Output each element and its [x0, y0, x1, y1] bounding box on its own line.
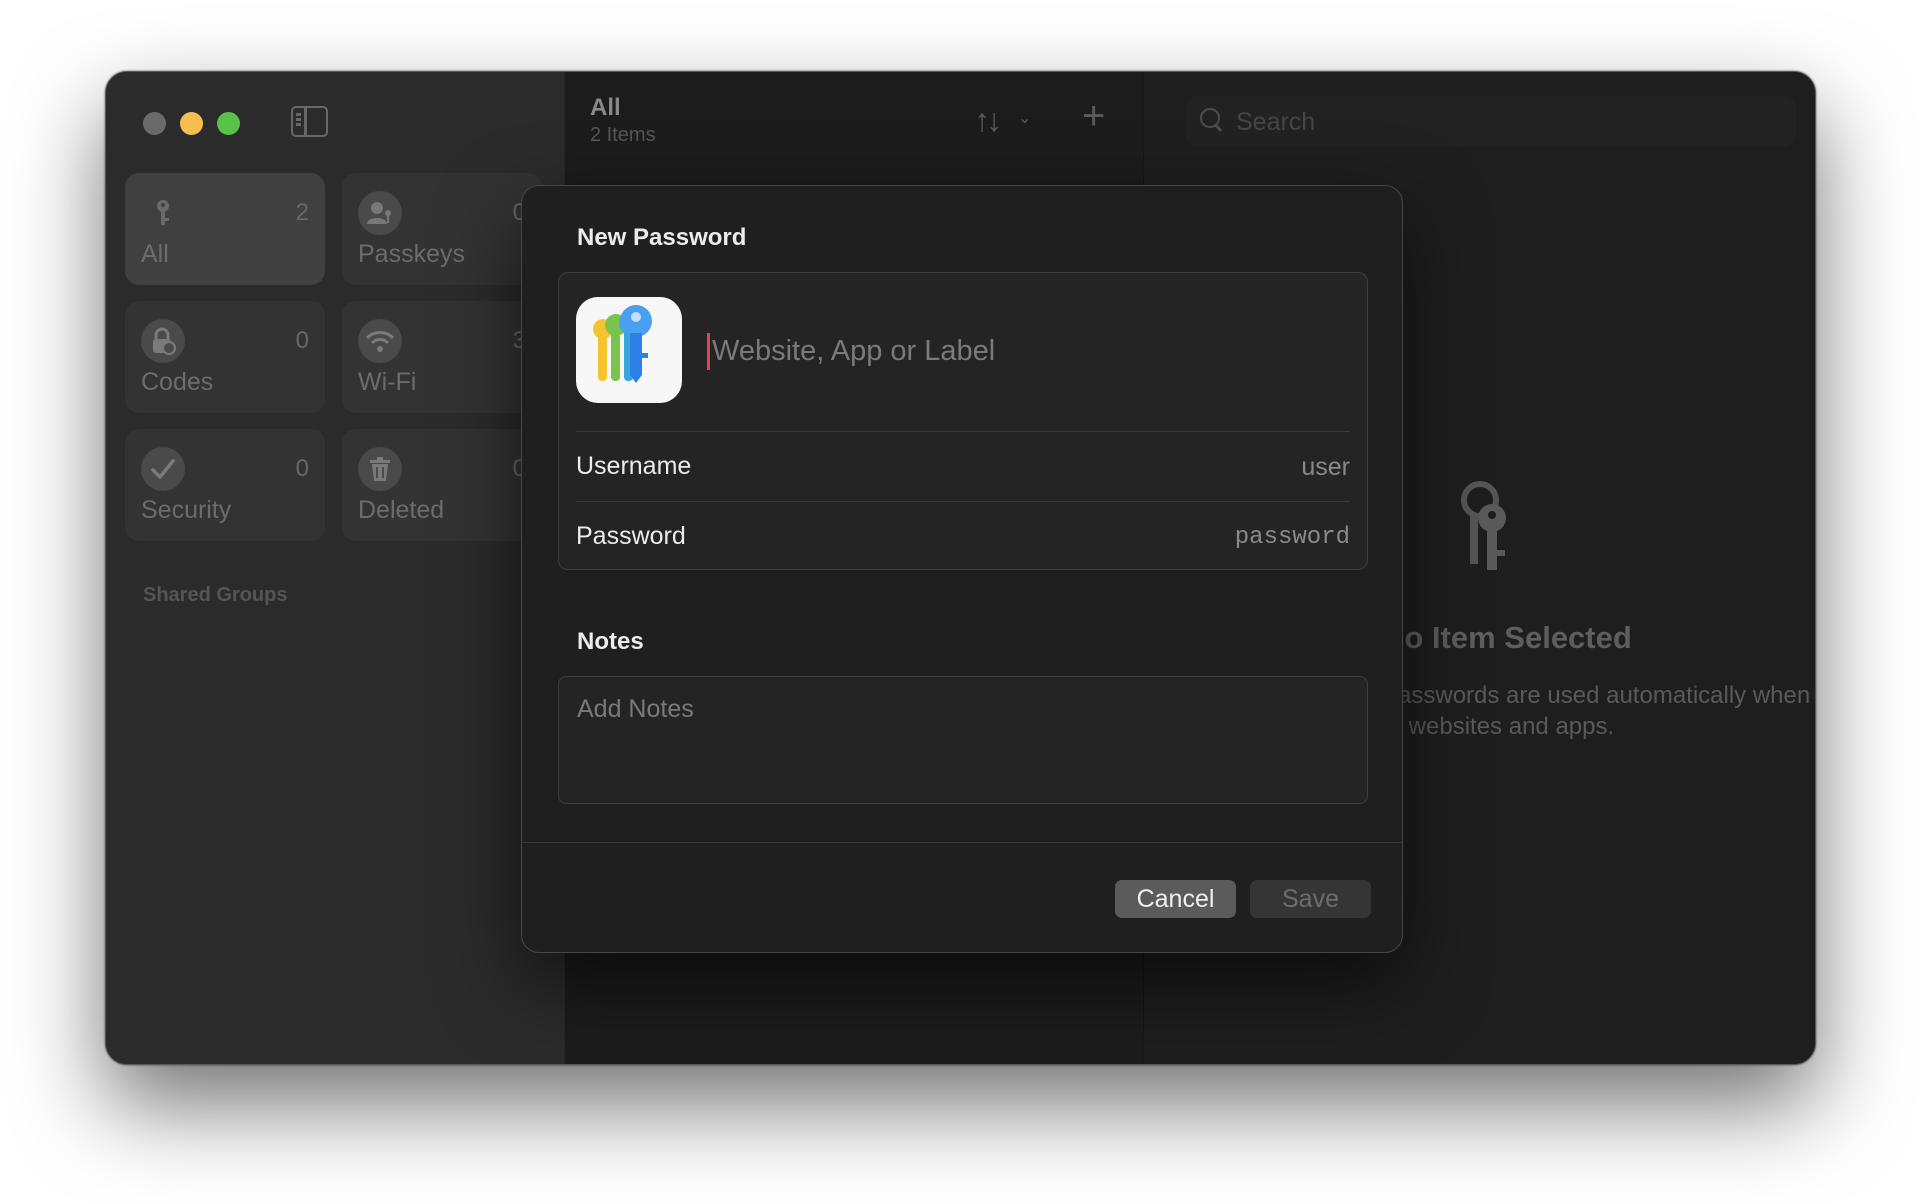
- save-button[interactable]: Save: [1250, 880, 1371, 918]
- passwords-app-icon: [576, 297, 682, 403]
- username-row: Username: [576, 431, 1350, 501]
- tile-count: 0: [295, 455, 309, 482]
- cancel-button[interactable]: Cancel: [1115, 880, 1236, 918]
- wifi-icon: [358, 319, 402, 363]
- close-window-button[interactable]: [143, 112, 166, 135]
- minimize-window-button[interactable]: [180, 112, 203, 135]
- empty-state-title: No Item Selected: [1382, 620, 1632, 655]
- credential-group: Username Password: [558, 272, 1368, 570]
- tile-label: All: [141, 240, 169, 268]
- search-icon: [1200, 108, 1224, 132]
- sidebar: 2 All 0 Passkeys 0 Codes 3 Wi-Fi 0 Secur…: [106, 72, 566, 1064]
- sidebar-tile-wifi[interactable]: 3 Wi-Fi: [342, 301, 542, 413]
- list-title: All: [590, 94, 621, 121]
- lock-clock-icon: [141, 319, 185, 363]
- key-icon: [141, 191, 185, 235]
- empty-state-subtitle-line: to websites and apps.: [1382, 713, 1615, 740]
- text-caret: [707, 333, 710, 370]
- tile-count: 0: [295, 327, 309, 354]
- search-field[interactable]: Search: [1186, 96, 1796, 147]
- username-field[interactable]: [950, 448, 1350, 486]
- chevron-down-icon[interactable]: ⌄: [1018, 108, 1031, 128]
- checkmark-icon: [141, 447, 185, 491]
- sidebar-tile-deleted[interactable]: 0 Deleted: [342, 429, 542, 541]
- tile-label: Deleted: [358, 496, 445, 524]
- new-password-sheet: New Password Username: [521, 185, 1403, 953]
- desktop-stage: 2 All 0 Passkeys 0 Codes 3 Wi-Fi 0 Secur…: [0, 0, 1920, 1204]
- add-icon[interactable]: +: [1082, 94, 1105, 139]
- password-label: Password: [576, 522, 686, 550]
- sort-icon[interactable]: ↑↓: [974, 102, 1002, 139]
- shared-groups-header: Shared Groups: [143, 584, 288, 606]
- sidebar-tile-security[interactable]: 0 Security: [125, 429, 325, 541]
- tile-label: Security: [141, 496, 232, 524]
- sidebar-tile-all[interactable]: 2 All: [125, 173, 325, 285]
- tile-label: Wi-Fi: [358, 368, 417, 396]
- password-field[interactable]: [950, 518, 1350, 556]
- empty-state-subtitle: Passwords are used automatically when si…: [1382, 680, 1815, 742]
- empty-state-subtitle-line: Passwords are used automatically when si…: [1382, 682, 1815, 709]
- sidebar-tile-codes[interactable]: 0 Codes: [125, 301, 325, 413]
- keys-icon: [1450, 478, 1520, 578]
- person-key-icon: [358, 191, 402, 235]
- window-controls: [143, 112, 240, 135]
- username-label: Username: [576, 452, 692, 480]
- notes-heading: Notes: [577, 628, 644, 655]
- tile-count: 2: [295, 199, 309, 226]
- notes-field[interactable]: [558, 676, 1368, 804]
- tile-label: Passkeys: [358, 240, 465, 268]
- sheet-title: New Password: [577, 224, 747, 251]
- search-placeholder: Search: [1236, 108, 1316, 136]
- website-app-label-input[interactable]: [712, 327, 1352, 375]
- list-item-count: 2 Items: [590, 124, 656, 146]
- sidebar-toggle-icon[interactable]: [291, 106, 328, 137]
- sidebar-tile-passkeys[interactable]: 0 Passkeys: [342, 173, 542, 285]
- tile-label: Codes: [141, 368, 214, 396]
- trash-icon: [358, 447, 402, 491]
- zoom-window-button[interactable]: [217, 112, 240, 135]
- password-row: Password: [576, 501, 1350, 571]
- sheet-divider: [522, 842, 1402, 843]
